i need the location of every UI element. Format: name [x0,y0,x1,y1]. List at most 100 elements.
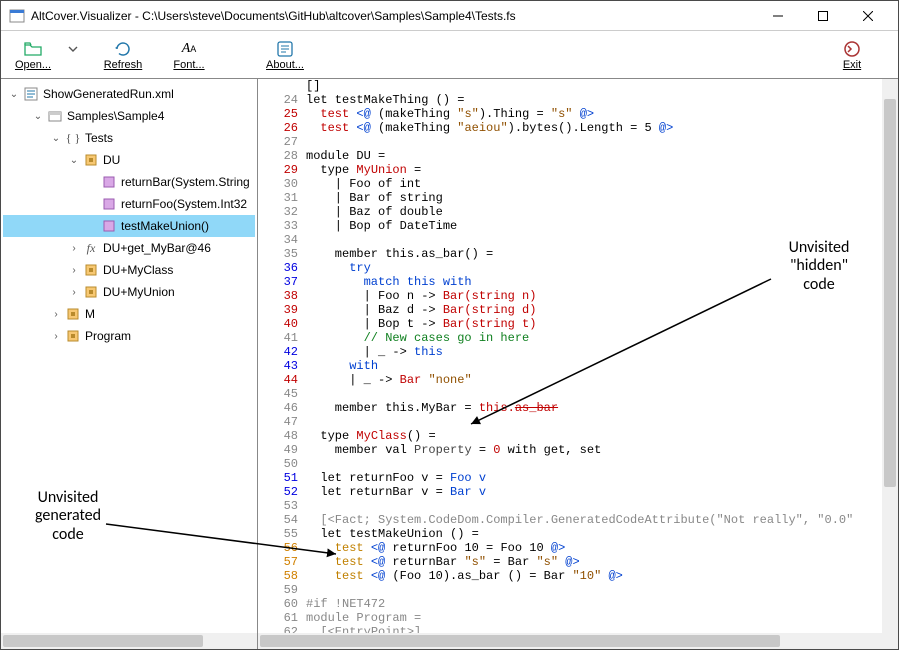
code-line[interactable]: 31 | Bar of string [258,191,882,205]
tree-item[interactable]: ⌄ DU [3,149,255,171]
refresh-button[interactable]: Refresh [97,33,149,77]
class-icon [83,152,99,168]
code-line[interactable]: 57 test <@ returnBar "s" = Bar "s" @> [258,555,882,569]
code-line[interactable]: 39 | Baz d -> Bar(string d) [258,303,882,317]
tree-item-label: DU [103,153,120,167]
code-horizontal-scrollbar[interactable] [258,633,882,649]
close-button[interactable] [845,1,890,30]
line-number: 51 [258,471,306,485]
tree-item[interactable]: ›M [3,303,255,325]
chevron-icon[interactable]: ⌄ [31,111,45,122]
code-line[interactable]: 60#if !NET472 [258,597,882,611]
chevron-icon[interactable]: ⌄ [49,133,63,144]
font-button[interactable]: AA Font... [163,33,215,77]
braces-icon: { } [65,130,81,146]
about-button[interactable]: About... [259,33,311,77]
line-content [306,387,882,401]
code-line[interactable]: 34 [258,233,882,247]
code-line[interactable]: 42 | _ -> this [258,345,882,359]
line-content: [<EntryPoint>] [306,625,882,633]
class-icon [65,328,81,344]
open-dropdown[interactable]: x [63,33,83,77]
tree-item-label: DU+MyClass [103,263,173,277]
code-line[interactable]: 59 [258,583,882,597]
code-line[interactable]: 29 type MyUnion = [258,163,882,177]
chevron-icon[interactable]: › [67,265,81,276]
tree-item[interactable]: ›Program [3,325,255,347]
chevron-icon[interactable]: › [49,309,63,320]
code-line[interactable]: 56 test <@ returnFoo 10 = Foo 10 @> [258,541,882,555]
open-button[interactable]: Open... [7,33,59,77]
code-line[interactable]: 44 | _ -> Bar "none" [258,373,882,387]
code-line[interactable]: 37 match this with [258,275,882,289]
code-line[interactable]: 36 try [258,261,882,275]
line-number: 50 [258,457,306,471]
code-line[interactable]: 58 test <@ (Foo 10).as_bar () = Bar "10"… [258,569,882,583]
line-number: 43 [258,359,306,373]
line-content: member this.MyBar = this.as_bar [306,401,882,415]
tree-root[interactable]: ⌄ ShowGeneratedRun.xml [3,83,255,105]
line-content: | _ -> this [306,345,882,359]
code-line[interactable]: 46 member this.MyBar = this.as_bar [258,401,882,415]
line-content: member this.as_bar() = [306,247,882,261]
line-number: 40 [258,317,306,331]
code-line[interactable]: 48 type MyClass() = [258,429,882,443]
code-line[interactable]: [] [258,79,882,93]
code-pane[interactable]: []24let testMakeThing () =25 test <@ (ma… [258,79,898,649]
tree-pane[interactable]: ⌄ ShowGeneratedRun.xml ⌄Samples\Sample4⌄… [1,79,258,649]
tree-horizontal-scrollbar[interactable] [1,633,257,649]
tree-item[interactable]: ⌄Samples\Sample4 [3,105,255,127]
code-vertical-scrollbar[interactable] [882,79,898,633]
tree-item[interactable]: ›DU+MyUnion [3,281,255,303]
exit-button[interactable]: Exit [826,33,878,77]
chevron-down-icon[interactable]: ⌄ [7,89,21,100]
code-line[interactable]: 25 test <@ (makeThing "s").Thing = "s" @… [258,107,882,121]
about-icon [275,39,295,59]
chevron-icon[interactable]: › [67,243,81,254]
chevron-icon[interactable]: ⌄ [67,155,81,166]
tree-item[interactable]: ›fxDU+get_MyBar@46 [3,237,255,259]
code-line[interactable]: 30 | Foo of int [258,177,882,191]
code-line[interactable]: 43 with [258,359,882,373]
code-line[interactable]: 26 test <@ (makeThing "aeiou").bytes().L… [258,121,882,135]
code-line[interactable]: 49 member val Property = 0 with get, set [258,443,882,457]
code-line[interactable]: 52 let returnBar v = Bar v [258,485,882,499]
line-content: #if !NET472 [306,597,882,611]
line-content: test <@ (makeThing "aeiou").bytes().Leng… [306,121,882,135]
code-line[interactable]: 32 | Baz of double [258,205,882,219]
tree-item[interactable]: returnFoo(System.Int32 [3,193,255,215]
code-line[interactable]: 53 [258,499,882,513]
code-line[interactable]: 61module Program = [258,611,882,625]
line-number: 57 [258,555,306,569]
code-line[interactable]: 51 let returnFoo v = Foo v [258,471,882,485]
code-line[interactable]: 38 | Foo n -> Bar(string n) [258,289,882,303]
code-line[interactable]: 41 // New cases go in here [258,331,882,345]
code-line[interactable]: 47 [258,415,882,429]
code-line[interactable]: 28module DU = [258,149,882,163]
minimize-button[interactable] [755,1,800,30]
code-line[interactable]: 50 [258,457,882,471]
tree-item-label: DU+get_MyBar@46 [103,241,211,255]
tree-item[interactable]: returnBar(System.String [3,171,255,193]
code-line[interactable]: 55 let testMakeUnion () = [258,527,882,541]
class-icon [83,262,99,278]
maximize-button[interactable] [800,1,845,30]
chevron-icon[interactable]: › [67,287,81,298]
line-number: 56 [258,541,306,555]
tree-item[interactable]: ⌄{ }Tests [3,127,255,149]
code-line[interactable]: 35 member this.as_bar() = [258,247,882,261]
code-line[interactable]: 33 | Bop of DateTime [258,219,882,233]
line-number: 35 [258,247,306,261]
tree-item[interactable]: › DU+MyClass [3,259,255,281]
code-line[interactable]: 54 [<Fact; System.CodeDom.Compiler.Gener… [258,513,882,527]
line-number: 36 [258,261,306,275]
code-line[interactable]: 45 [258,387,882,401]
window-title: AltCover.Visualizer - C:\Users\steve\Doc… [31,9,755,23]
code-line[interactable]: 62 [<EntryPoint>] [258,625,882,633]
code-line[interactable]: 27 [258,135,882,149]
chevron-icon[interactable]: › [49,331,63,342]
code-line[interactable]: 24let testMakeThing () = [258,93,882,107]
code-line[interactable]: 40 | Bop t -> Bar(string t) [258,317,882,331]
tree-item[interactable]: testMakeUnion() [3,215,255,237]
line-content: with [306,359,882,373]
